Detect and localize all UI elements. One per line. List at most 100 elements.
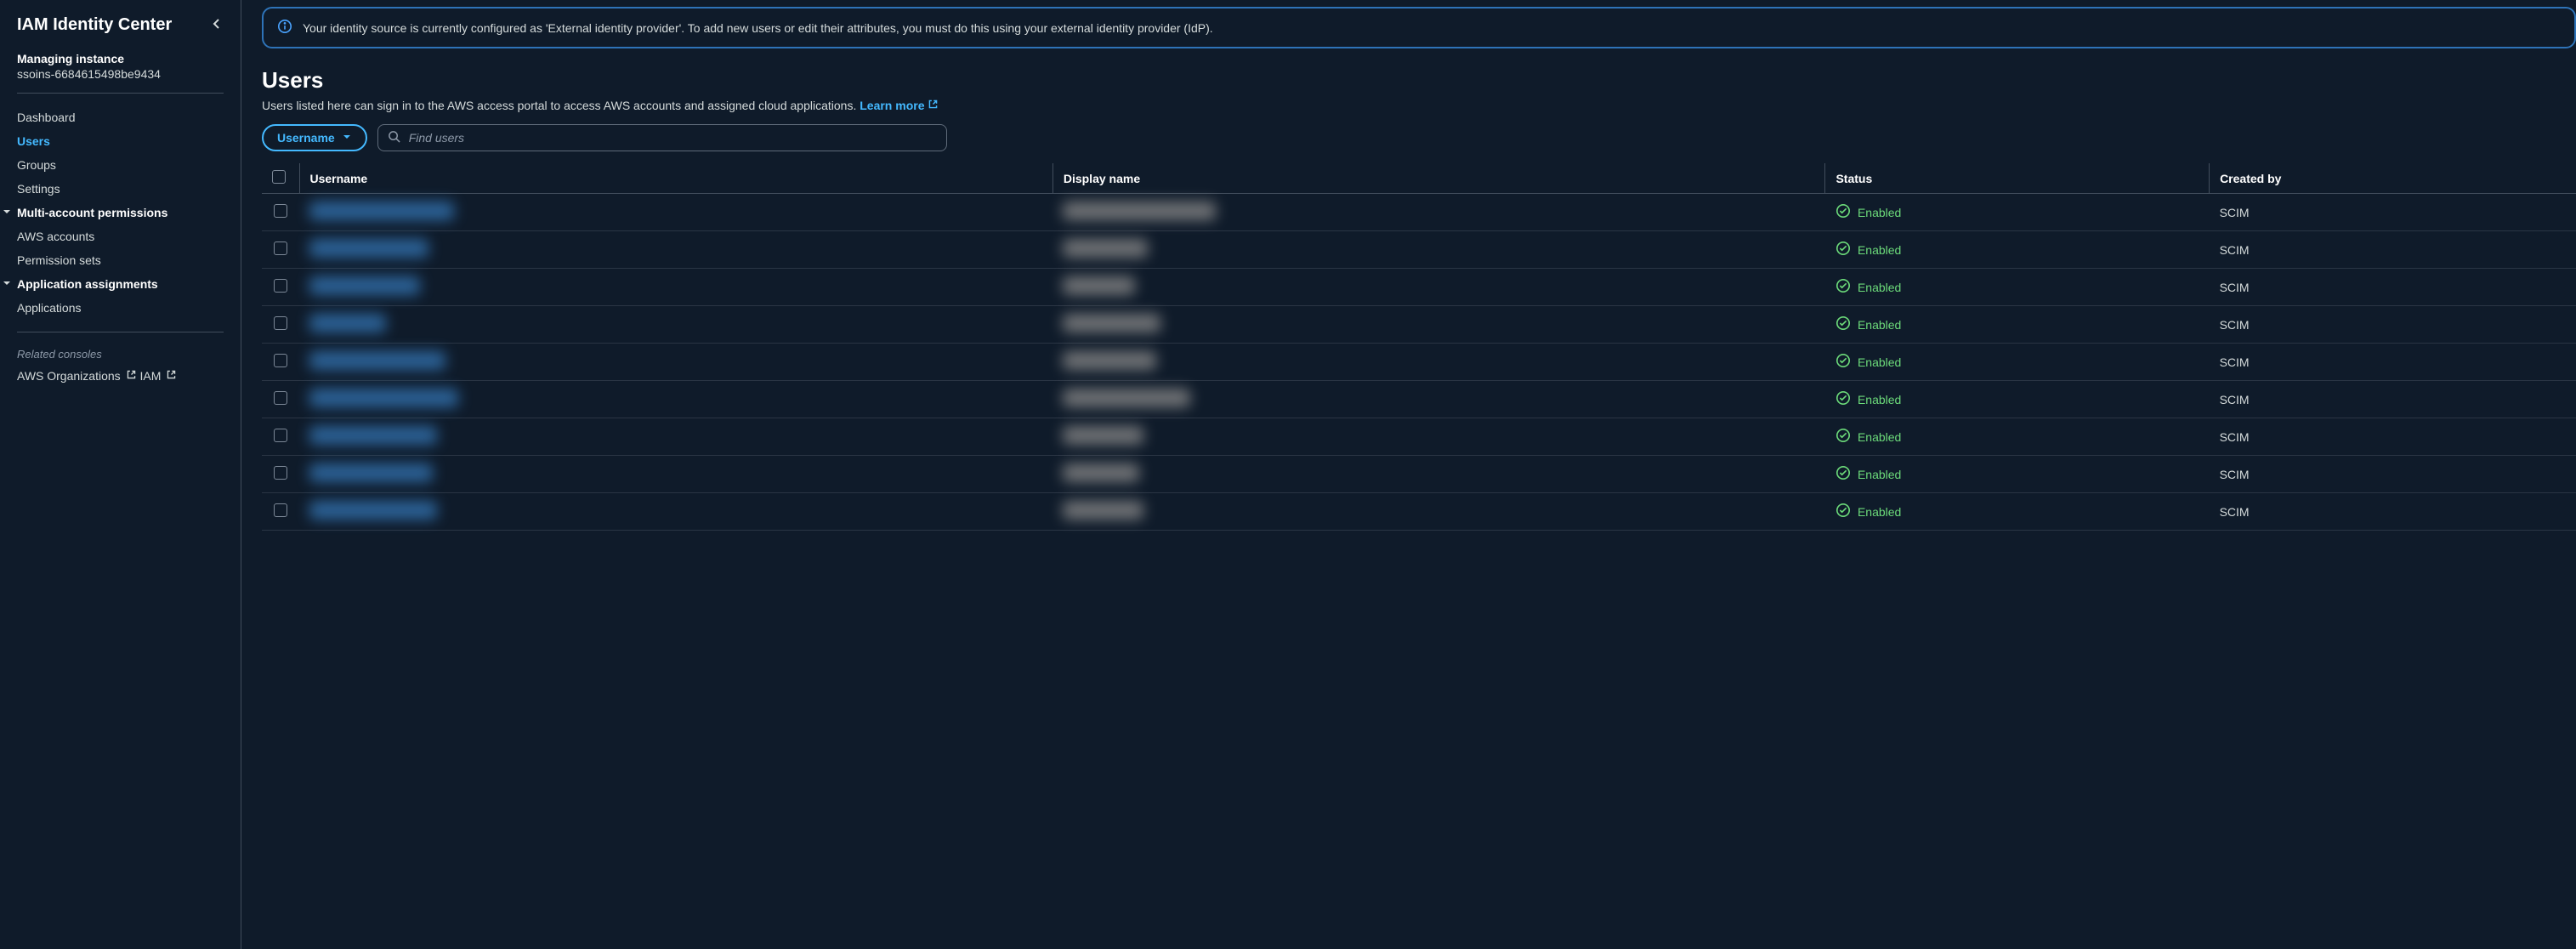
users-table: Username Display name Status Created by … xyxy=(262,163,2576,531)
row-checkbox[interactable] xyxy=(274,503,287,517)
status-label: Enabled xyxy=(1858,318,1901,332)
page-description-text: Users listed here can sign in to the AWS… xyxy=(262,99,856,112)
toolbar: Username xyxy=(262,124,2576,151)
check-circle-icon xyxy=(1836,465,1851,483)
link-label: IAM xyxy=(140,369,162,383)
check-circle-icon xyxy=(1836,353,1851,371)
table-row: Enabled SCIM xyxy=(262,269,2576,306)
row-checkbox[interactable] xyxy=(274,242,287,255)
check-circle-icon xyxy=(1836,241,1851,259)
nav-item-users[interactable]: Users xyxy=(17,129,224,153)
created-by-label: SCIM xyxy=(2220,355,2250,369)
row-checkbox[interactable] xyxy=(274,391,287,405)
search-icon xyxy=(388,130,400,145)
status-label: Enabled xyxy=(1858,393,1901,406)
nav-item-aws-accounts[interactable]: AWS accounts xyxy=(17,224,224,248)
caret-down-icon xyxy=(2,277,12,291)
search-input[interactable] xyxy=(377,124,947,151)
nav-section-multi-account[interactable]: Multi-account permissions xyxy=(2,201,224,224)
created-by-label: SCIM xyxy=(2220,430,2250,444)
nav-item-dashboard[interactable]: Dashboard xyxy=(17,105,224,129)
col-username[interactable]: Username xyxy=(299,163,1053,194)
display-name-redacted xyxy=(1063,314,1160,332)
main-content: Your identity source is currently config… xyxy=(241,0,2576,949)
status-cell: Enabled xyxy=(1836,315,1901,333)
status-label: Enabled xyxy=(1858,281,1901,294)
check-circle-icon xyxy=(1836,428,1851,446)
search-wrap xyxy=(377,124,947,151)
display-name-redacted xyxy=(1063,202,1216,220)
collapse-sidebar-icon[interactable] xyxy=(210,17,224,33)
info-banner-text: Your identity source is currently config… xyxy=(303,21,1213,35)
row-checkbox[interactable] xyxy=(274,316,287,330)
created-by-label: SCIM xyxy=(2220,468,2250,481)
display-name-redacted xyxy=(1063,501,1143,520)
status-cell: Enabled xyxy=(1836,278,1901,296)
nav-item-groups[interactable]: Groups xyxy=(17,153,224,177)
display-name-redacted xyxy=(1063,389,1190,407)
link-label: AWS Organizations xyxy=(17,369,121,383)
page-title: Users xyxy=(262,67,2576,94)
check-circle-icon xyxy=(1836,503,1851,520)
username-redacted[interactable] xyxy=(309,351,445,370)
caret-down-icon xyxy=(342,131,352,145)
nav-item-settings[interactable]: Settings xyxy=(17,177,224,201)
table-row: Enabled SCIM xyxy=(262,231,2576,269)
select-all-header xyxy=(262,163,299,194)
status-label: Enabled xyxy=(1858,430,1901,444)
select-all-checkbox[interactable] xyxy=(272,170,286,184)
row-checkbox[interactable] xyxy=(274,466,287,480)
username-redacted[interactable] xyxy=(309,389,458,407)
row-checkbox[interactable] xyxy=(274,354,287,367)
username-redacted[interactable] xyxy=(309,239,428,258)
display-name-redacted xyxy=(1063,239,1148,258)
created-by-label: SCIM xyxy=(2220,281,2250,294)
username-redacted[interactable] xyxy=(309,463,433,482)
status-cell: Enabled xyxy=(1836,465,1901,483)
col-display-name[interactable]: Display name xyxy=(1053,163,1825,194)
row-checkbox[interactable] xyxy=(274,204,287,218)
table-row: Enabled SCIM xyxy=(262,493,2576,531)
table-row: Enabled SCIM xyxy=(262,306,2576,344)
check-circle-icon xyxy=(1836,390,1851,408)
display-name-redacted xyxy=(1063,351,1156,370)
nav-section-app-assignments[interactable]: Application assignments xyxy=(2,272,224,296)
username-redacted[interactable] xyxy=(309,314,386,332)
col-created-by[interactable]: Created by xyxy=(2210,163,2576,194)
row-checkbox[interactable] xyxy=(274,429,287,442)
filter-column-label: Username xyxy=(277,131,335,145)
nav-item-aws-organizations[interactable]: AWS Organizations xyxy=(17,364,137,388)
table-row: Enabled SCIM xyxy=(262,194,2576,231)
display-name-redacted xyxy=(1063,426,1143,445)
table-row: Enabled SCIM xyxy=(262,344,2576,381)
service-title: IAM Identity Center xyxy=(17,15,172,35)
status-cell: Enabled xyxy=(1836,503,1901,520)
username-redacted[interactable] xyxy=(309,276,420,295)
status-label: Enabled xyxy=(1858,468,1901,481)
col-status[interactable]: Status xyxy=(1825,163,2210,194)
caret-down-icon xyxy=(2,206,12,219)
created-by-label: SCIM xyxy=(2220,505,2250,519)
display-name-redacted xyxy=(1063,276,1135,295)
learn-more-link[interactable]: Learn more xyxy=(860,99,939,112)
status-label: Enabled xyxy=(1858,206,1901,219)
created-by-label: SCIM xyxy=(2220,206,2250,219)
status-cell: Enabled xyxy=(1836,241,1901,259)
username-redacted[interactable] xyxy=(309,426,437,445)
learn-more-label: Learn more xyxy=(860,99,924,112)
info-banner: Your identity source is currently config… xyxy=(262,7,2576,48)
instance-label: Managing instance xyxy=(17,52,224,65)
row-checkbox[interactable] xyxy=(274,279,287,293)
check-circle-icon xyxy=(1836,315,1851,333)
created-by-label: SCIM xyxy=(2220,393,2250,406)
status-cell: Enabled xyxy=(1836,353,1901,371)
external-link-icon xyxy=(126,369,137,383)
username-redacted[interactable] xyxy=(309,202,454,220)
nav-item-permission-sets[interactable]: Permission sets xyxy=(17,248,224,272)
page-description: Users listed here can sign in to the AWS… xyxy=(262,99,2576,112)
filter-column-button[interactable]: Username xyxy=(262,124,367,151)
instance-id: ssoins-6684615498be9434 xyxy=(17,67,224,81)
nav-item-iam[interactable]: IAM xyxy=(140,364,178,388)
nav-item-applications[interactable]: Applications xyxy=(17,296,224,320)
username-redacted[interactable] xyxy=(309,501,437,520)
